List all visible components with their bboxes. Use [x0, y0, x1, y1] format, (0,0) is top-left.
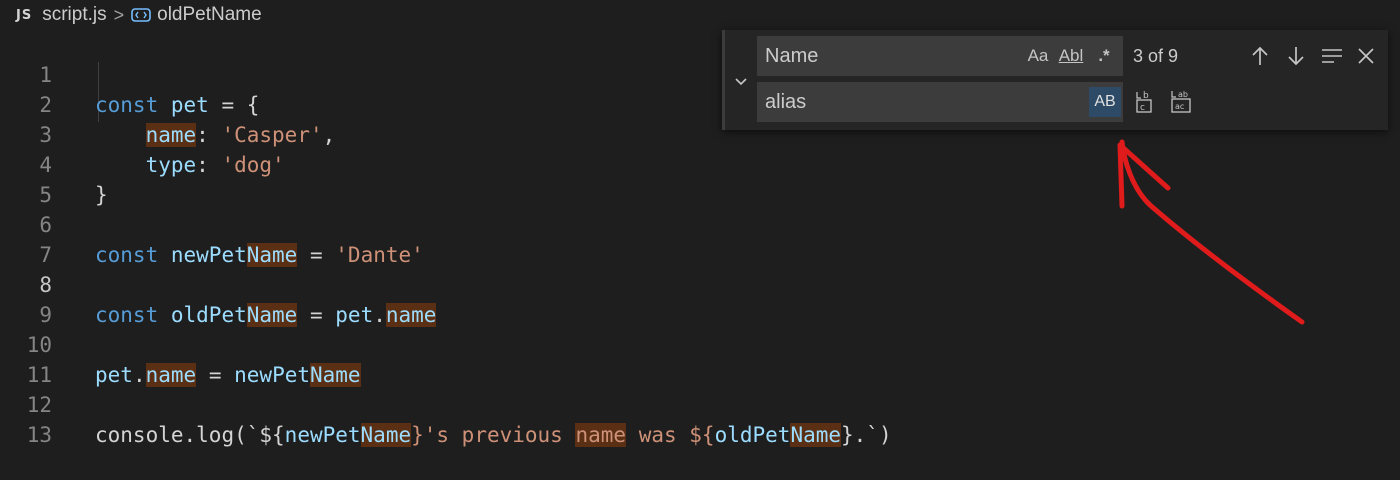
svg-text:c: c — [1140, 103, 1145, 113]
search-match: name — [575, 423, 627, 447]
token: console — [95, 423, 184, 447]
token: .log(`${ — [183, 423, 285, 447]
code-line[interactable]: 12 console.log(`${newPetName}'s previous… — [0, 360, 1400, 447]
find-in-selection-icon[interactable] — [1317, 36, 1347, 76]
code-line[interactable]: 10 pet.name = newPetName — [0, 300, 1400, 387]
line-number: 13 — [26, 423, 52, 447]
token: oldPet — [714, 423, 791, 447]
match-case-toggle[interactable]: Aa — [1025, 36, 1051, 76]
variable-icon — [131, 8, 151, 22]
code-line[interactable]: 6 const newPetName = 'Dante' — [0, 180, 1400, 267]
code-line[interactable]: 11 — [0, 330, 1400, 387]
match-count: 3 of 9 — [1133, 46, 1179, 66]
code-line[interactable]: 5 — [0, 150, 1400, 207]
breadcrumb: JS script.js > oldPetName — [0, 0, 1400, 30]
breadcrumb-separator: > — [113, 4, 125, 25]
replace-input[interactable]: alias — [757, 82, 1123, 122]
whole-word-toggle[interactable]: Abl — [1057, 36, 1085, 76]
replace-icon[interactable]: bc — [1133, 88, 1161, 118]
replace-all-icon[interactable]: ab ac — [1169, 88, 1197, 118]
code-line[interactable]: 13 — [0, 390, 1400, 447]
find-replace-widget: Name Aa Abl .* 3 of 9 alias AB bc ab ac — [722, 30, 1388, 130]
token: }.`) — [841, 423, 892, 447]
chevron-down-icon[interactable] — [729, 66, 753, 96]
arrow-down-icon[interactable] — [1281, 36, 1311, 76]
breadcrumb-file[interactable]: script.js — [42, 4, 106, 26]
svg-text:ac: ac — [1175, 102, 1184, 111]
code-line[interactable]: 8 const oldPetName = pet.name — [0, 240, 1400, 327]
token: newPet — [284, 423, 361, 447]
code-line[interactable]: 7 — [0, 210, 1400, 267]
search-match: Name — [360, 423, 412, 447]
svg-text:ab: ab — [1178, 90, 1188, 99]
breadcrumb-symbol[interactable]: oldPetName — [157, 4, 262, 26]
token: was ${ — [626, 423, 715, 447]
token: }'s previous — [411, 423, 576, 447]
code-line[interactable]: 9 — [0, 270, 1400, 327]
js-file-icon: JS — [16, 7, 33, 23]
preserve-case-toggle[interactable]: AB — [1089, 87, 1121, 117]
close-icon[interactable] — [1351, 36, 1381, 76]
arrow-up-icon[interactable] — [1245, 36, 1275, 76]
search-match: Name — [790, 423, 842, 447]
regex-toggle[interactable]: .* — [1091, 36, 1117, 76]
